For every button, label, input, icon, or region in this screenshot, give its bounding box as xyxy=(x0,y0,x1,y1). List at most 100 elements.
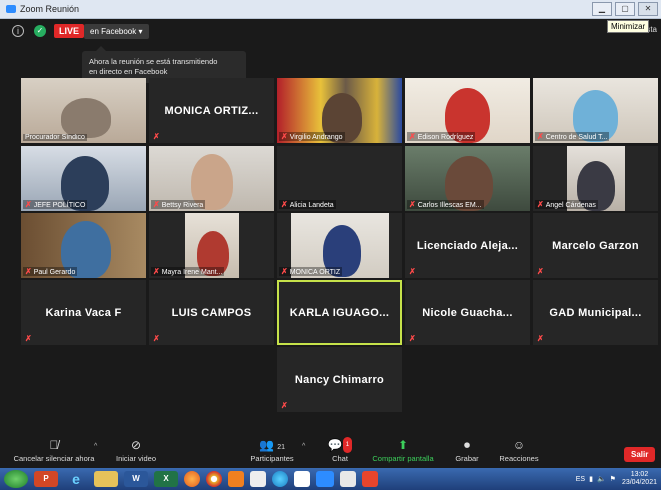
edge-taskbar-icon[interactable] xyxy=(272,471,288,487)
mic-muted-icon: 🎙̸ xyxy=(49,438,59,452)
anydesk-taskbar-icon[interactable] xyxy=(362,471,378,487)
participant-tile[interactable]: Licenciado Aleja... ✗ xyxy=(405,213,530,278)
media-player-taskbar-icon[interactable] xyxy=(228,471,244,487)
participant-tile[interactable]: ✗ Bettsy Rivera xyxy=(149,146,274,211)
muted-mic-icon: ✗ xyxy=(409,267,416,276)
participant-name: ✗ Alicia Landeta xyxy=(279,200,336,209)
share-screen-button[interactable]: ⬆ Compartir pantalla xyxy=(368,437,438,463)
muted-mic-icon: ✗ xyxy=(537,132,544,141)
participant-name: KARLA IGUAGO... xyxy=(289,306,390,319)
participant-tile[interactable]: ✗ Angel Cárdenas xyxy=(533,146,658,211)
minimize-button[interactable]: ▁ xyxy=(592,2,612,16)
participant-tile[interactable]: LUIS CAMPOS ✗ xyxy=(149,280,274,345)
participants-button[interactable]: 👥 21 Participantes xyxy=(244,437,300,463)
chat-label: Chat xyxy=(332,454,348,463)
muted-mic-icon: ✗ xyxy=(409,200,416,209)
antivirus-taskbar-icon[interactable] xyxy=(294,471,310,487)
leave-meeting-button[interactable]: Salir xyxy=(624,447,656,462)
windows-taskbar: P e W X ES ▮ 🔈 ⚑ 13:02 23/04/2021 xyxy=(0,468,661,490)
info-icon[interactable]: i xyxy=(12,25,24,37)
participant-name: Nicole Guacha... xyxy=(422,306,513,319)
excel-taskbar-icon[interactable]: X xyxy=(154,471,178,487)
close-button[interactable]: ✕ xyxy=(638,2,658,16)
participant-name: ✗ Bettsy Rivera xyxy=(151,200,206,209)
reactions-label: Reacciones xyxy=(499,454,539,463)
record-label: Grabar xyxy=(455,454,479,463)
firefox-taskbar-icon[interactable] xyxy=(184,471,200,487)
participant-tile[interactable]: Procurador Síndico xyxy=(21,78,146,143)
clock-time: 13:02 xyxy=(630,471,649,478)
chrome-taskbar-icon[interactable] xyxy=(206,471,222,487)
network-icon[interactable]: ▮ xyxy=(589,475,593,483)
participant-tile[interactable]: ✗ JEFE POLÍTICO xyxy=(21,146,146,211)
muted-mic-icon: ✗ xyxy=(281,132,288,141)
participant-tile[interactable]: GAD Municipal... ✗ xyxy=(533,280,658,345)
notepad-taskbar-icon[interactable] xyxy=(340,471,356,487)
participant-tile[interactable]: Nicole Guacha... ✗ xyxy=(405,280,530,345)
reactions-icon: ☺ xyxy=(512,438,526,452)
muted-mic-icon: ✗ xyxy=(281,401,288,410)
participant-name: ✗ MONICA ORTIZ xyxy=(279,267,343,276)
muted-mic-icon: ✗ xyxy=(25,200,32,209)
participant-name: MONICA ORTIZ... xyxy=(164,104,259,117)
participant-tile[interactable]: Nancy Chimarro ✗ xyxy=(277,347,402,412)
participant-tile-active-speaker[interactable]: KARLA IGUAGO... xyxy=(277,280,402,345)
participant-tile[interactable]: ✗ Centro de Salud T... xyxy=(533,78,658,143)
flag-icon[interactable]: ⚑ xyxy=(610,475,616,483)
participant-name: ✗ Angel Cárdenas xyxy=(535,200,598,209)
internet-explorer-taskbar-icon[interactable]: e xyxy=(64,471,88,487)
reactions-button[interactable]: ☺ Reacciones xyxy=(496,437,542,463)
participant-tile[interactable]: ✗ MONICA ORTIZ xyxy=(277,213,402,278)
live-badge[interactable]: LIVE xyxy=(54,24,85,38)
participant-tile[interactable]: ✗ Carlos Illescas EM... xyxy=(405,146,530,211)
participant-tile[interactable]: ✗ Virgilio Andrango xyxy=(277,78,402,143)
muted-mic-icon: ✗ xyxy=(409,132,416,141)
participant-name: Licenciado Aleja... xyxy=(416,239,519,252)
start-video-button[interactable]: ⊘ Iniciar video xyxy=(110,437,162,463)
participant-tile[interactable]: ✗ Mayra Irene Mant... xyxy=(149,213,274,278)
notification-line-1: Ahora la reunión se está transmitiendo xyxy=(89,57,218,66)
security-shield-icon[interactable]: ✓ xyxy=(34,25,46,37)
notification-line-2: en directo en Facebook xyxy=(89,67,168,76)
participant-name: Karina Vaca F xyxy=(45,306,122,319)
language-indicator[interactable]: ES xyxy=(576,476,585,483)
cloud-app-taskbar-icon[interactable] xyxy=(250,471,266,487)
window-title: Zoom Reunión xyxy=(20,4,80,14)
file-explorer-taskbar-icon[interactable] xyxy=(94,471,118,487)
participant-name: ✗ Mayra Irene Mant... xyxy=(151,267,225,276)
participant-tile[interactable]: MONICA ORTIZ... ✗ xyxy=(149,78,274,143)
participants-caret[interactable]: ^ xyxy=(302,443,305,450)
word-taskbar-icon[interactable]: W xyxy=(124,471,148,487)
powerpoint-taskbar-icon[interactable]: P xyxy=(34,471,58,487)
participant-name: LUIS CAMPOS xyxy=(171,306,252,319)
volume-icon[interactable]: 🔈 xyxy=(597,475,606,483)
windows-start-button[interactable] xyxy=(4,470,28,488)
participant-tile[interactable]: ✗ Edison Rodríguez xyxy=(405,78,530,143)
record-button[interactable]: ⏺ Grabar xyxy=(452,437,482,463)
audio-options-caret[interactable]: ^ xyxy=(94,443,97,450)
participant-tile[interactable]: ✗ Alicia Landeta xyxy=(277,146,402,211)
muted-mic-icon: ✗ xyxy=(25,334,32,343)
facebook-stream-dropdown[interactable]: en Facebook ▾ xyxy=(84,24,149,39)
chat-button[interactable]: 💬 1 Chat xyxy=(325,437,355,463)
maximize-button[interactable]: ▢ xyxy=(615,2,635,16)
unmute-button[interactable]: 🎙̸ Cancelar silenciar ahora xyxy=(6,437,102,463)
participant-tile[interactable]: Karina Vaca F ✗ xyxy=(21,280,146,345)
participant-name: ✗ Paul Gerardo xyxy=(23,267,78,276)
participant-tile[interactable]: Marcelo Garzon ✗ xyxy=(533,213,658,278)
muted-mic-icon: ✗ xyxy=(25,267,32,276)
participant-name: ✗ Carlos Illescas EM... xyxy=(407,200,484,209)
start-video-label: Iniciar video xyxy=(115,454,157,463)
zoom-taskbar-icon[interactable] xyxy=(316,471,334,487)
participants-icon: 👥 21 xyxy=(258,438,286,452)
muted-mic-icon: ✗ xyxy=(153,267,160,276)
participant-name: Procurador Síndico xyxy=(23,134,87,141)
muted-mic-icon: ✗ xyxy=(153,132,160,141)
participant-tile[interactable]: ✗ Paul Gerardo xyxy=(21,213,146,278)
chat-badge: 1 xyxy=(342,437,353,453)
taskbar-clock[interactable]: 13:02 23/04/2021 xyxy=(622,471,657,487)
window-titlebar: Zoom Reunión ▁ ▢ ✕ xyxy=(0,0,661,19)
participants-label: Participantes xyxy=(250,454,294,463)
muted-mic-icon: ✗ xyxy=(281,267,288,276)
participant-name: Nancy Chimarro xyxy=(294,373,385,386)
